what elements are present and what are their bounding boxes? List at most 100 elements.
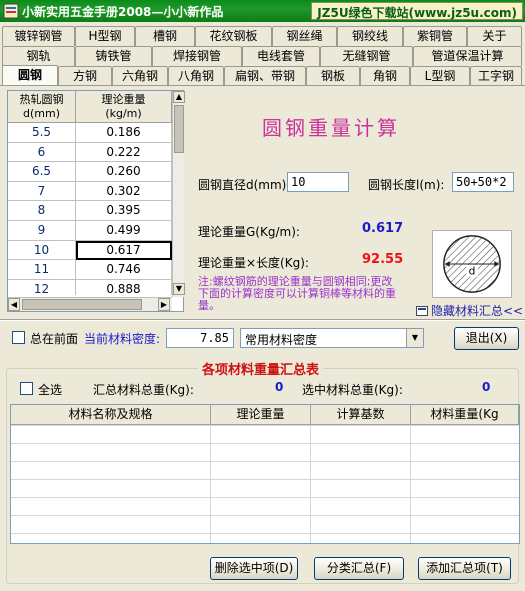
table-row[interactable]: 6 0.222 bbox=[8, 142, 172, 163]
always-on-top-checkbox[interactable] bbox=[12, 331, 25, 344]
col-material-weight[interactable]: 材料重量(Kg bbox=[411, 405, 519, 425]
total-summary-label: 汇总材料总重(Kg): bbox=[93, 383, 194, 397]
hide-summary-link[interactable]: 隐藏材料汇总<< bbox=[416, 302, 523, 319]
tab-wire-rope[interactable]: 钢丝绳 bbox=[272, 26, 337, 46]
cell-weight[interactable]: 0.746 bbox=[76, 260, 172, 280]
diagram-label: d bbox=[469, 265, 476, 278]
tab-about[interactable]: 关于 bbox=[467, 26, 522, 46]
header-diameter[interactable]: 热轧圆钢 d(mm) bbox=[8, 91, 76, 123]
tab-flat-steel[interactable]: 扁钢、带钢 bbox=[224, 66, 306, 86]
cell-diameter[interactable]: 11 bbox=[8, 260, 76, 280]
cell-weight[interactable]: 0.499 bbox=[76, 220, 172, 241]
tab-hexagon-steel[interactable]: 六角钢 bbox=[112, 66, 168, 86]
cell-diameter[interactable]: 12 bbox=[8, 279, 76, 295]
scroll-left-icon[interactable]: ◀ bbox=[8, 298, 20, 311]
cell-diameter[interactable]: 8 bbox=[8, 201, 76, 221]
total-weight-value: 92.55 bbox=[362, 252, 404, 267]
vertical-scrollbar[interactable]: ▲ ▼ bbox=[172, 91, 185, 297]
cell-weight[interactable]: 0.888 bbox=[76, 279, 172, 295]
exit-button[interactable]: 退出(X) bbox=[454, 327, 519, 350]
summary-listview[interactable]: 材料名称及规格 理论重量 计算基数 材料重量(Kg bbox=[10, 404, 520, 544]
table-row[interactable]: 11 0.746 bbox=[8, 260, 172, 280]
cell-weight[interactable]: 0.617 bbox=[76, 240, 172, 261]
tab-square-steel[interactable]: 方钢 bbox=[58, 66, 112, 86]
app-icon bbox=[3, 3, 19, 19]
cell-weight[interactable]: 0.302 bbox=[76, 181, 172, 202]
tab-checkered-plate[interactable]: 花纹钢板 bbox=[195, 26, 272, 46]
round-steel-table[interactable]: 热轧圆钢 d(mm) 理论重量 (kg/m) 5.5 0.186 6 0.222 6… bbox=[7, 90, 185, 312]
tab-h-beam[interactable]: H型钢 bbox=[75, 26, 135, 46]
tab-copper-pipe[interactable]: 紫铜管 bbox=[403, 26, 467, 46]
separator bbox=[0, 319, 525, 321]
cell-weight[interactable]: 0.222 bbox=[76, 142, 172, 163]
scroll-thumb[interactable] bbox=[174, 105, 184, 153]
cell-diameter[interactable]: 9 bbox=[8, 220, 76, 241]
cell-diameter[interactable]: 6.5 bbox=[8, 162, 76, 182]
select-all-label: 全选 bbox=[38, 383, 63, 397]
tab-welded-pipe[interactable]: 焊接钢管 bbox=[152, 46, 242, 66]
window-title: 小新实用五金手册2008—小小新作品 bbox=[22, 5, 224, 19]
cell-diameter[interactable]: 10 bbox=[8, 240, 76, 261]
tab-channel-steel[interactable]: 槽钢 bbox=[135, 26, 195, 46]
calc-title: 圆钢重量计算 bbox=[262, 116, 400, 140]
theory-weight-value: 0.617 bbox=[362, 221, 404, 236]
tab-l-steel[interactable]: L型钢 bbox=[410, 66, 470, 86]
tab-galvanized-pipe[interactable]: 镀锌钢管 bbox=[2, 26, 75, 46]
header-weight[interactable]: 理论重量 (kg/m) bbox=[76, 91, 172, 123]
cell-weight[interactable]: 0.260 bbox=[76, 162, 172, 182]
add-summary-button[interactable]: 添加汇总项(T) bbox=[418, 557, 511, 580]
tab-conduit[interactable]: 电线套管 bbox=[242, 46, 320, 66]
tab-row-3: 圆钢 方钢 六角钢 八角钢 扁钢、带钢 钢板 角钢 L型钢 工字钢 bbox=[0, 65, 525, 86]
density-input[interactable]: 7.85 bbox=[166, 328, 234, 348]
cell-weight[interactable]: 0.186 bbox=[76, 123, 172, 143]
table-header: 热轧圆钢 d(mm) 理论重量 (kg/m) bbox=[8, 91, 172, 123]
select-all-checkbox[interactable] bbox=[20, 382, 33, 395]
cell-weight[interactable]: 0.395 bbox=[76, 201, 172, 221]
tab-steel-plate[interactable]: 钢板 bbox=[306, 66, 360, 86]
tab-angle-steel[interactable]: 角钢 bbox=[360, 66, 410, 86]
tab-seamless-pipe[interactable]: 无缝钢管 bbox=[320, 46, 413, 66]
col-material-name[interactable]: 材料名称及规格 bbox=[11, 405, 211, 425]
tab-rail[interactable]: 钢轨 bbox=[2, 46, 75, 66]
site-badge: JZ5U绿色下载站(www.jz5u.com) bbox=[311, 2, 523, 20]
table-row[interactable]: 7 0.302 bbox=[8, 181, 172, 202]
tab-strand[interactable]: 钢绞线 bbox=[337, 26, 403, 46]
col-calc-base[interactable]: 计算基数 bbox=[311, 405, 411, 425]
diameter-input[interactable]: 10 bbox=[287, 172, 349, 192]
table-row[interactable]: 5.5 0.186 bbox=[8, 123, 172, 143]
density-select-value: 常用材料密度 bbox=[245, 333, 318, 347]
categorize-button[interactable]: 分类汇总(F) bbox=[314, 557, 404, 580]
scroll-down-icon[interactable]: ▼ bbox=[173, 283, 185, 295]
length-input[interactable]: 50+50*2 bbox=[452, 172, 514, 192]
cell-diameter[interactable]: 7 bbox=[8, 181, 76, 202]
delete-selected-button[interactable]: 删除选中项(D) bbox=[210, 557, 298, 580]
selected-summary-label: 选中材料总重(Kg): bbox=[302, 383, 403, 397]
tab-insulation-calc[interactable]: 管道保温计算 bbox=[413, 46, 522, 66]
table-row[interactable]: 12 0.888 bbox=[8, 279, 172, 295]
table-row[interactable]: 8 0.395 bbox=[8, 201, 172, 221]
tab-row-1: 镀锌钢管 H型钢 槽钢 花纹钢板 钢丝绳 钢绞线 紫铜管 关于 bbox=[0, 26, 525, 46]
scroll-right-icon[interactable]: ▶ bbox=[158, 298, 170, 311]
scroll-up-icon[interactable]: ▲ bbox=[173, 91, 185, 103]
total-weight-label: 理论重量×长度(Kg): bbox=[198, 256, 309, 270]
list-header: 材料名称及规格 理论重量 计算基数 材料重量(Kg bbox=[11, 405, 519, 425]
theory-weight-label: 理论重量G(Kg/m): bbox=[198, 225, 300, 239]
cell-diameter[interactable]: 5.5 bbox=[8, 123, 76, 143]
cell-diameter[interactable]: 6 bbox=[8, 142, 76, 163]
tab-round-steel[interactable]: 圆钢 bbox=[2, 65, 58, 86]
tab-row-2: 钢轨 铸铁管 焊接钢管 电线套管 无缝钢管 管道保温计算 bbox=[0, 46, 525, 66]
horizontal-scrollbar[interactable]: ◀ ▶ bbox=[8, 297, 172, 311]
tab-i-beam[interactable]: 工字钢 bbox=[470, 66, 522, 86]
chevron-down-icon[interactable]: ▼ bbox=[406, 329, 423, 347]
header-diameter-l2: d(mm) bbox=[23, 107, 60, 120]
density-select[interactable]: 常用材料密度 ▼ bbox=[240, 328, 424, 348]
tab-octagon-steel[interactable]: 八角钢 bbox=[168, 66, 224, 86]
tab-baseline bbox=[0, 85, 525, 86]
col-theory-weight[interactable]: 理论重量 bbox=[211, 405, 311, 425]
hscroll-thumb[interactable] bbox=[22, 299, 142, 310]
table-row[interactable]: 9 0.499 bbox=[8, 220, 172, 241]
tab-cast-iron-pipe[interactable]: 铸铁管 bbox=[75, 46, 152, 66]
grid-line bbox=[410, 425, 411, 543]
table-row-selected[interactable]: 10 0.617 bbox=[8, 240, 172, 261]
table-row[interactable]: 6.5 0.260 bbox=[8, 162, 172, 182]
